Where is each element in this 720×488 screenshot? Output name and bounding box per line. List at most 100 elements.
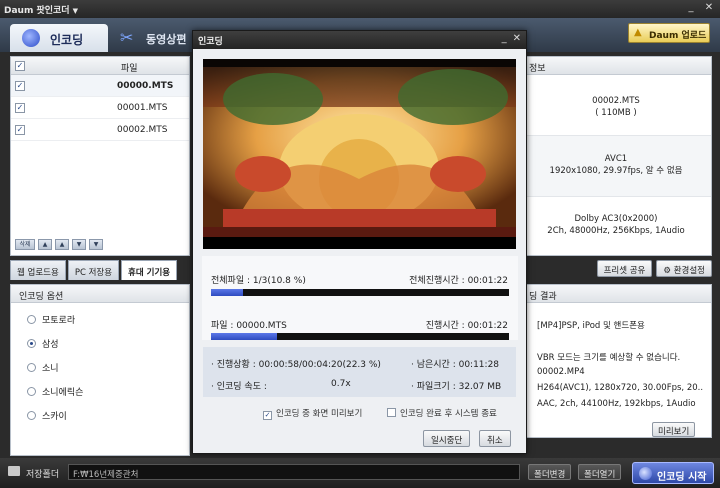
video-info-block: AVC1 1920x1080, 29.97fps, 알 수 없음 [521, 153, 711, 177]
total-progress-bar [211, 289, 509, 296]
info-divider [521, 196, 711, 197]
preview-during-encode-label: 인코딩 중 화면 미리보기 [276, 409, 363, 419]
total-elapsed-label: 전체진행시간 : 00:01:22 [409, 276, 508, 286]
shutdown-after-option[interactable]: 인코딩 완료 후 시스템 종료 [387, 407, 497, 419]
move-down-button[interactable]: ▼ [72, 239, 86, 250]
dialog-minimize-button[interactable]: _ [502, 33, 507, 44]
settings-button[interactable]: ⚙ 환경설정 [656, 260, 712, 277]
list-tools: 삭제 ▲ ▲ ▼ ▼ [15, 239, 103, 250]
radio-icon[interactable] [27, 363, 36, 372]
option-sky[interactable]: 스카이 [27, 409, 67, 422]
file-row-checkbox[interactable]: ✓ [15, 125, 25, 135]
tab-mobile-device[interactable]: 휴대 기기용 [121, 260, 178, 280]
encode-result-panel: 딩 결과 [MP4]PSP, iPod 및 핸드폰용 VBR 모드는 크기를 예… [520, 284, 712, 438]
settings-label: 환경설정 [673, 266, 705, 276]
app-title-text: Daum 팟인코더 [4, 6, 70, 16]
start-encode-label: 인코딩 시작 [657, 472, 707, 483]
app-titlebar: Daum 팟인코더 ▼ _ ✕ [0, 0, 720, 18]
file-row[interactable]: ✓ 00002.MTS [11, 119, 189, 141]
change-folder-button[interactable]: 폴더변경 [528, 464, 572, 480]
dialog-title: 인코딩 [198, 37, 223, 47]
select-all-checkbox[interactable]: ✓ [15, 61, 25, 71]
pause-button[interactable]: 일시중단 [423, 430, 471, 447]
option-label: 모토로라 [42, 316, 76, 326]
folder-icon [8, 466, 20, 476]
file-row-name: 00000.MTS [117, 81, 174, 91]
file-info-size: ( 110MB ) [595, 108, 637, 118]
result-line: H264(AVC1), 1280x720, 30.00Fps, 20.. [537, 383, 704, 393]
cancel-button[interactable]: 취소 [479, 430, 511, 447]
file-row-checkbox[interactable]: ✓ [15, 81, 25, 91]
total-progress-fill [211, 289, 244, 296]
file-row-checkbox[interactable]: ✓ [15, 103, 25, 113]
open-folder-button[interactable]: 폴더열기 [578, 464, 622, 480]
tab-encode[interactable]: 인코딩 [10, 24, 108, 52]
option-sony[interactable]: 소니 [27, 361, 59, 374]
start-encode-button[interactable]: 인코딩 시작 [632, 462, 714, 484]
tab-pc-save[interactable]: PC 저장용 [67, 260, 120, 280]
move-top-button[interactable]: ▲ [38, 239, 52, 250]
app-menu-caret-icon[interactable]: ▼ [73, 7, 78, 15]
encode-options-header: 인코딩 옵션 [11, 285, 189, 303]
result-line: AAC, 2ch, 44100Hz, 192kbps, 1Audio [537, 399, 696, 409]
upload-arrow-icon: ▲ [634, 27, 642, 38]
video-codec: AVC1 [604, 154, 628, 164]
preview-during-encode-option[interactable]: ✓ 인코딩 중 화면 미리보기 [263, 407, 362, 420]
status-label: · 진행상황 : 00:00:58/00:04:20(22.3 %) [211, 360, 381, 370]
file-elapsed-label: 진행시간 : 00:01:22 [425, 321, 508, 331]
delete-button[interactable]: 삭제 [15, 239, 35, 250]
move-bottom-button[interactable]: ▼ [89, 239, 103, 250]
minimize-button[interactable]: _ [684, 2, 698, 15]
result-line: 00002.MP4 [537, 367, 585, 377]
radio-selected-icon[interactable] [27, 339, 36, 348]
file-info-header: 정보 [521, 57, 711, 75]
file-row[interactable]: ✓ 00001.MTS [11, 97, 189, 119]
audio-codec: Dolby AC3(0x2000) [574, 214, 658, 224]
option-samsung[interactable]: 삼성 [27, 337, 59, 350]
daum-upload-button[interactable]: ▲ Daum 업로드 [628, 23, 710, 43]
tab-encode-label: 인코딩 [50, 33, 84, 47]
radio-icon[interactable] [27, 411, 36, 420]
window-controls: _ ✕ [684, 2, 716, 15]
save-path-field[interactable]: F:₩16년제중관처 [68, 464, 520, 480]
dialog-titlebar: 인코딩 _ ✕ [193, 31, 526, 49]
daum-upload-label: Daum 업로드 [649, 31, 707, 41]
encode-result-header: 딩 결과 [521, 285, 711, 303]
tab-web-upload[interactable]: 웹 업로드용 [10, 260, 66, 280]
radio-icon[interactable] [27, 315, 36, 324]
encode-target-tabs: 웹 업로드용 PC 저장용 휴대 기기용 [10, 260, 179, 280]
file-column-header[interactable]: 파일 [121, 61, 138, 74]
audio-detail: 2Ch, 48000Hz, 256Kbps, 1Audio [547, 226, 685, 236]
file-info-name: 00002.MTS [592, 96, 640, 106]
save-folder-label: 저장폴더 [26, 470, 60, 480]
gear-icon: ⚙ [663, 266, 674, 276]
option-label: 소니에릭슨 [42, 388, 84, 398]
filesize-label: · 파일크기 : 32.07 MB [411, 382, 502, 392]
preset-share-button[interactable]: 프리셋 공유 [596, 260, 653, 277]
option-motorola[interactable]: 모토로라 [27, 313, 75, 326]
option-label: 삼성 [42, 340, 59, 350]
file-row[interactable]: ✓ 00000.MTS [11, 75, 189, 97]
encode-disc-icon [22, 29, 40, 47]
close-button[interactable]: ✕ [702, 2, 716, 15]
file-info-panel: 정보 00002.MTS ( 110MB ) AVC1 1920x1080, 2… [520, 56, 712, 256]
total-file-progress-label: 전체파일 : 1/3(10.8 %) [211, 276, 306, 286]
move-up-button[interactable]: ▲ [55, 239, 69, 250]
app-title[interactable]: Daum 팟인코더 ▼ [4, 3, 78, 16]
option-sony-ericsson[interactable]: 소니에릭슨 [27, 385, 83, 398]
encode-options-panel: 인코딩 옵션 모토로라 삼성 소니 소니에릭슨 스카이 [10, 284, 190, 456]
audio-info-block: Dolby AC3(0x2000) 2Ch, 48000Hz, 256Kbps,… [521, 213, 711, 237]
preview-during-encode-checkbox[interactable]: ✓ [263, 411, 272, 420]
preview-button[interactable]: 미리보기 [652, 422, 696, 437]
result-line: [MP4]PSP, iPod 및 핸드폰용 [537, 321, 645, 331]
shutdown-after-checkbox[interactable] [387, 408, 396, 417]
encode-disc-icon [639, 467, 652, 480]
shutdown-after-label: 인코딩 완료 후 시스템 종료 [400, 409, 497, 419]
bottom-bar: 저장폴더 F:₩16년제중관처 폴더변경 폴더열기 인코딩 시작 [0, 458, 720, 488]
option-label: 소니 [42, 364, 59, 374]
remaining-time-label: · 남은시간 : 00:11:28 [411, 360, 500, 370]
dialog-close-button[interactable]: ✕ [513, 33, 521, 44]
file-list-header: ✓ 파일 [11, 57, 189, 75]
file-progress-bar [211, 333, 509, 340]
radio-icon[interactable] [27, 387, 36, 396]
